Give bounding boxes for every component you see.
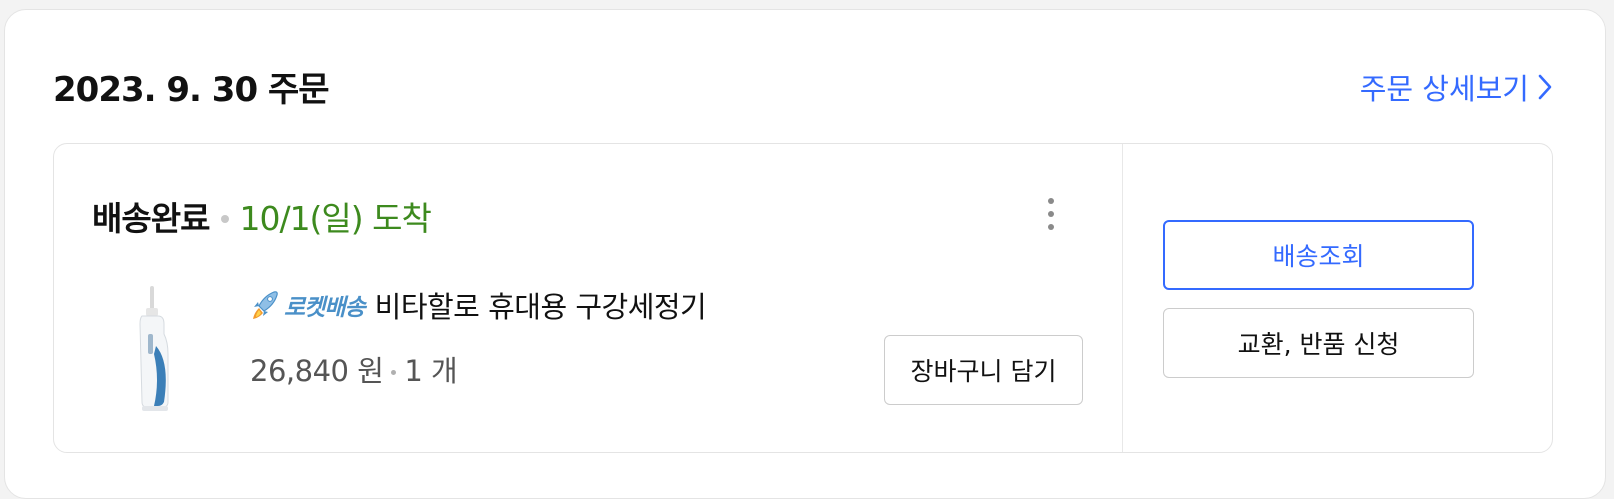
shipment-info-pane: 배송완료 10/1(일) 도착 로켓배송 비타할로 휴대용 구강세정기 26,8… [54,144,1122,452]
arrival-date: 10/1(일) 도착 [239,199,431,238]
order-detail-link[interactable]: 주문 상세보기 [1360,66,1553,108]
product-quantity: 1 개 [404,354,458,388]
shipment-status-line: 배송완료 10/1(일) 도착 [92,192,432,240]
order-date-title: 2023. 9. 30 주문 [53,70,330,110]
price-line: 26,840 원 1 개 [250,348,458,390]
rocket-delivery-badge: 로켓배송 [284,295,366,321]
order-card: 2023. 9. 30 주문 주문 상세보기 배송완료 10/1(일) 도착 로… [4,9,1606,499]
delivery-status: 배송완료 [92,199,210,238]
more-vertical-icon[interactable] [1044,198,1058,230]
shipment-box: 배송완료 10/1(일) 도착 로켓배송 비타할로 휴대용 구강세정기 26,8… [53,143,1553,453]
chevron-right-icon [1538,74,1552,100]
shipment-actions-pane: 배송조회 교환, 반품 신청 [1122,144,1552,452]
add-to-cart-button[interactable]: 장바구니 담기 [884,335,1083,405]
separator-dot [221,215,230,223]
product-title-row: 로켓배송 비타할로 휴대용 구강세정기 [250,284,707,326]
track-delivery-button[interactable]: 배송조회 [1163,220,1474,290]
separator-dot [391,369,397,375]
product-name[interactable]: 비타할로 휴대용 구강세정기 [375,284,707,326]
exchange-return-button[interactable]: 교환, 반품 신청 [1163,308,1474,378]
product-price: 26,840 원 [250,354,384,388]
product-thumbnail[interactable] [124,284,184,414]
order-detail-link-label: 주문 상세보기 [1359,72,1529,106]
rocket-icon [253,291,278,319]
